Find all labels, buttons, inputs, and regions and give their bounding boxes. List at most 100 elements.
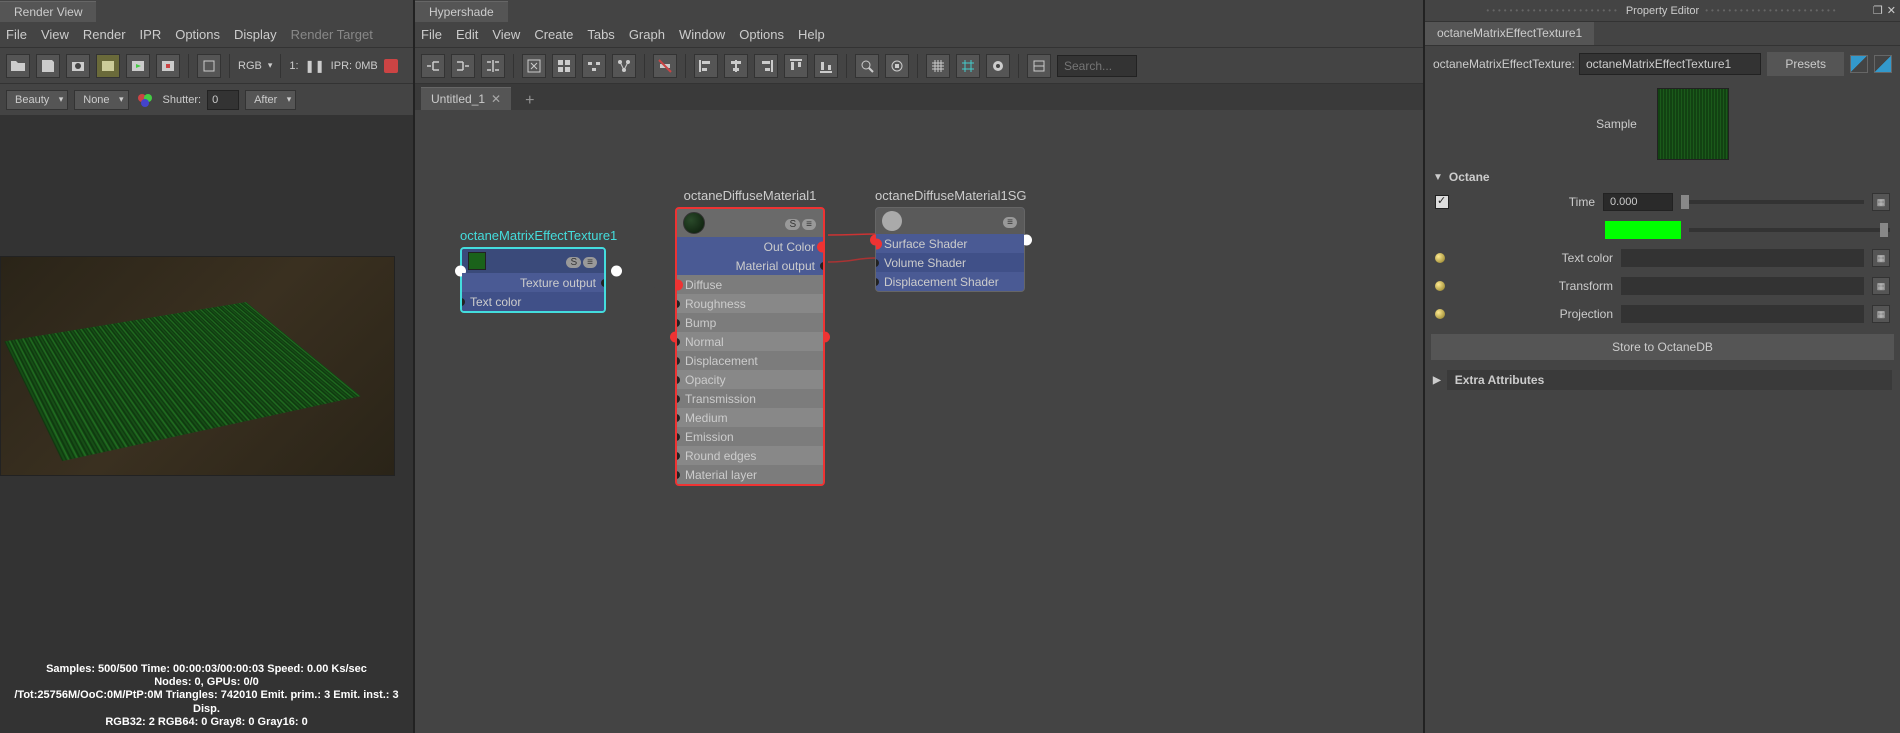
hs-menu-edit[interactable]: Edit — [456, 27, 478, 42]
displacement-port[interactable]: Displacement — [677, 351, 823, 370]
color-swatch-green[interactable] — [1605, 221, 1681, 239]
restore-window-icon[interactable]: ❐ — [1873, 4, 1883, 17]
grid-icon[interactable] — [926, 54, 950, 78]
roughness-port[interactable]: Roughness — [677, 294, 823, 313]
snap-grid-icon[interactable] — [956, 54, 980, 78]
output-connections-icon[interactable] — [451, 54, 475, 78]
text-color-map-button[interactable]: ▦ — [1872, 249, 1890, 267]
zoom-icon[interactable] — [855, 54, 879, 78]
menu-render-target: Render Target — [291, 27, 373, 42]
record-icon[interactable] — [384, 59, 398, 73]
medium-port[interactable]: Medium — [677, 408, 823, 427]
align-center-icon[interactable] — [724, 54, 748, 78]
node-graph[interactable]: octaneMatrixEffectTexture1 S≡ Texture ou… — [415, 110, 1423, 733]
opacity-port[interactable]: Opacity — [677, 370, 823, 389]
close-icon[interactable]: ✕ — [491, 92, 501, 106]
transmission-port[interactable]: Transmission — [677, 389, 823, 408]
node-material[interactable]: octaneDiffuseMaterial1 S≡ Out Color Mate… — [675, 188, 825, 486]
node-name-field[interactable]: octaneMatrixEffectTexture1 — [1579, 53, 1761, 75]
frame-all-icon[interactable] — [885, 54, 909, 78]
text-color-field[interactable] — [1621, 249, 1864, 267]
hs-menu-tabs[interactable]: Tabs — [587, 27, 614, 42]
ipr-start-icon[interactable] — [126, 54, 150, 78]
after-dropdown[interactable]: After — [245, 90, 296, 110]
graph-material-icon[interactable] — [582, 54, 606, 78]
emission-port[interactable]: Emission — [677, 427, 823, 446]
render-view-panel: Render View File View Render IPR Options… — [0, 0, 415, 733]
menu-file[interactable]: File — [6, 27, 27, 42]
remove-node-icon[interactable] — [653, 54, 677, 78]
input-connections-icon[interactable] — [421, 54, 445, 78]
folder-icon[interactable] — [6, 54, 30, 78]
close-panel-icon[interactable]: ✕ — [1887, 4, 1896, 17]
displacement-shader-port[interactable]: Displacement Shader — [876, 272, 1024, 291]
color-mgmt-icon[interactable] — [135, 90, 157, 110]
shutter-input[interactable] — [207, 90, 239, 110]
align-bottom-icon[interactable] — [814, 54, 838, 78]
text-color-port[interactable]: Text color — [462, 292, 604, 311]
pass-dropdown[interactable]: Beauty — [6, 90, 68, 110]
render-stats: Samples: 500/500 Time: 00:00:03/00:00:03… — [0, 659, 413, 733]
hs-menu-help[interactable]: Help — [798, 27, 825, 42]
menu-ipr[interactable]: IPR — [140, 27, 162, 42]
presets-button[interactable]: Presets — [1767, 52, 1844, 76]
render-viewport[interactable]: Samples: 500/500 Time: 00:00:03/00:00:03… — [0, 116, 413, 733]
graph-tab[interactable]: Untitled_1 ✕ — [421, 87, 511, 110]
align-right-icon[interactable] — [754, 54, 778, 78]
render-icon[interactable] — [96, 54, 120, 78]
projection-map-button[interactable]: ▦ — [1872, 305, 1890, 323]
add-tab-button[interactable]: + — [525, 92, 534, 110]
bump-port[interactable]: Bump — [677, 313, 823, 332]
node-texture[interactable]: octaneMatrixEffectTexture1 S≡ Texture ou… — [460, 228, 617, 313]
transform-field[interactable] — [1621, 277, 1864, 295]
store-button[interactable]: Store to OctaneDB — [1431, 334, 1894, 360]
extra-attributes-header[interactable]: ▶ Extra Attributes — [1425, 366, 1900, 394]
rearrange-icon[interactable] — [552, 54, 576, 78]
round-edges-port[interactable]: Round edges — [677, 446, 823, 465]
ipr-stop-icon[interactable] — [156, 54, 180, 78]
time-slider[interactable] — [1681, 200, 1864, 204]
snapshot-icon[interactable] — [66, 54, 90, 78]
layer-dropdown[interactable]: None — [74, 90, 128, 110]
color-slider[interactable] — [1689, 228, 1890, 232]
normal-port[interactable]: Normal — [677, 332, 823, 351]
octane-section-header[interactable]: ▼ Octane — [1425, 166, 1900, 188]
time-map-button[interactable]: ▦ — [1872, 193, 1890, 211]
hs-menu-file[interactable]: File — [421, 27, 442, 42]
hs-menu-create[interactable]: Create — [534, 27, 573, 42]
out-color-port[interactable]: Out Color — [677, 237, 823, 256]
volume-shader-port[interactable]: Volume Shader — [876, 253, 1024, 272]
align-left-icon[interactable] — [694, 54, 718, 78]
menu-view[interactable]: View — [41, 27, 69, 42]
hs-menu-view[interactable]: View — [492, 27, 520, 42]
show-output-icon[interactable] — [1874, 55, 1892, 73]
align-top-icon[interactable] — [784, 54, 808, 78]
both-connections-icon[interactable] — [481, 54, 505, 78]
hs-menu-options[interactable]: Options — [739, 27, 784, 42]
show-input-icon[interactable] — [1850, 55, 1868, 73]
time-input[interactable] — [1603, 193, 1673, 211]
property-tab[interactable]: octaneMatrixEffectTexture1 — [1425, 22, 1594, 45]
restore-icon[interactable] — [1027, 54, 1051, 78]
solo-icon[interactable] — [986, 54, 1010, 78]
enable-checkbox[interactable] — [1435, 195, 1449, 209]
projection-field[interactable] — [1621, 305, 1864, 323]
menu-options[interactable]: Options — [175, 27, 220, 42]
surface-shader-port[interactable]: Surface Shader — [876, 234, 1024, 253]
diffuse-port[interactable]: Diffuse — [677, 275, 823, 294]
menu-render[interactable]: Render — [83, 27, 126, 42]
material-layer-port[interactable]: Material layer — [677, 465, 823, 484]
clear-graph-icon[interactable] — [522, 54, 546, 78]
hs-menu-window[interactable]: Window — [679, 27, 725, 42]
pause-icon[interactable]: ❚❚ — [305, 59, 325, 73]
transform-map-button[interactable]: ▦ — [1872, 277, 1890, 295]
save-icon[interactable] — [36, 54, 60, 78]
material-output-port[interactable]: Material output — [677, 256, 823, 275]
render-region-icon[interactable] — [197, 54, 221, 78]
menu-display[interactable]: Display — [234, 27, 277, 42]
hs-menu-graph[interactable]: Graph — [629, 27, 665, 42]
add-graph-icon[interactable] — [612, 54, 636, 78]
search-input[interactable] — [1057, 55, 1137, 77]
texture-output-port[interactable]: Texture output — [462, 273, 604, 292]
node-shading-group[interactable]: octaneDiffuseMaterial1SG ≡ Surface Shade… — [875, 188, 1027, 292]
